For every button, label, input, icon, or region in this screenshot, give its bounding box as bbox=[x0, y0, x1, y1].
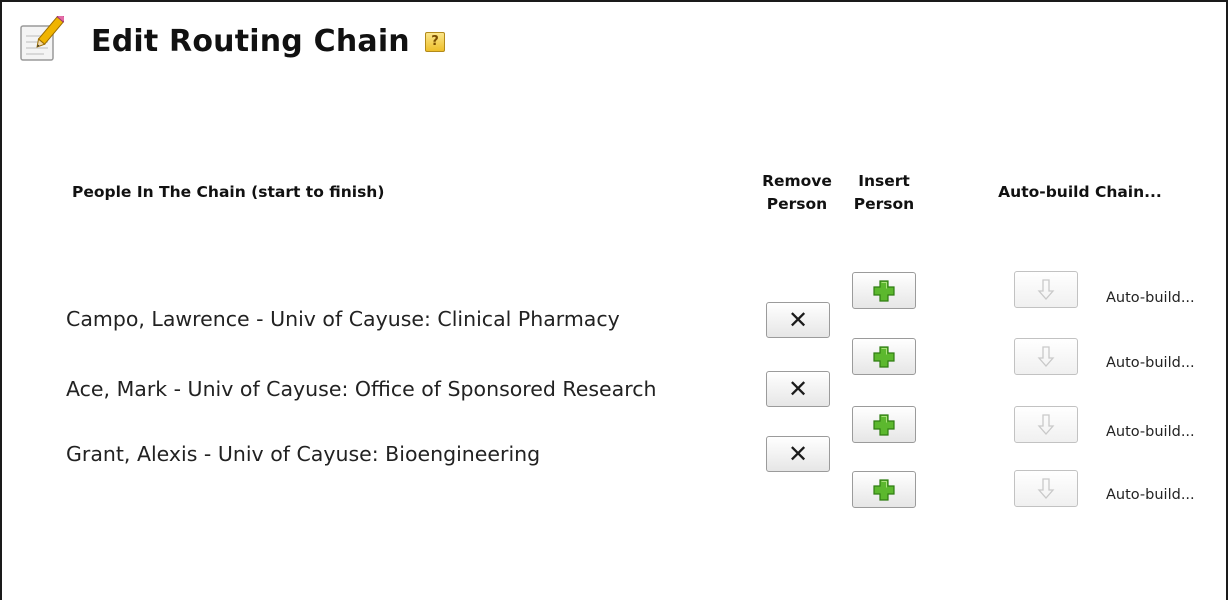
x-icon: ✕ bbox=[787, 306, 809, 334]
insert-person-button-4[interactable] bbox=[852, 471, 916, 508]
down-arrow-icon bbox=[1037, 413, 1055, 435]
insert-person-column-header: Insert Person bbox=[848, 170, 920, 216]
down-arrow-icon bbox=[1037, 345, 1055, 367]
auto-build-link-3[interactable]: Auto-build... bbox=[1106, 424, 1195, 440]
auto-build-button-1[interactable] bbox=[1014, 271, 1078, 308]
green-plus-icon bbox=[873, 478, 895, 501]
remove-person-button-1[interactable]: ✕ bbox=[766, 302, 830, 338]
auto-build-link-2[interactable]: Auto-build... bbox=[1106, 355, 1195, 371]
auto-build-button-3[interactable] bbox=[1014, 406, 1078, 443]
person-row-1: Campo, Lawrence - Univ of Cayuse: Clinic… bbox=[66, 307, 620, 331]
pencil-notepad-icon bbox=[20, 16, 64, 61]
x-icon: ✕ bbox=[787, 375, 809, 403]
remove-person-button-3[interactable]: ✕ bbox=[766, 436, 830, 472]
person-row-3: Grant, Alexis - Univ of Cayuse: Bioengin… bbox=[66, 442, 541, 466]
remove-person-button-2[interactable]: ✕ bbox=[766, 371, 830, 407]
x-icon: ✕ bbox=[787, 440, 809, 468]
down-arrow-icon bbox=[1037, 477, 1055, 499]
auto-build-button-4[interactable] bbox=[1014, 470, 1078, 507]
page-title: Edit Routing Chain bbox=[91, 24, 410, 59]
remove-header-line1: Remove bbox=[762, 172, 832, 190]
insert-person-button-1[interactable] bbox=[852, 272, 916, 309]
help-icon[interactable]: ? bbox=[425, 32, 445, 52]
auto-build-link-4[interactable]: Auto-build... bbox=[1106, 487, 1195, 503]
green-plus-icon bbox=[873, 413, 895, 436]
person-row-2: Ace, Mark - Univ of Cayuse: Office of Sp… bbox=[66, 377, 657, 401]
down-arrow-icon bbox=[1037, 278, 1055, 300]
auto-build-button-2[interactable] bbox=[1014, 338, 1078, 375]
auto-build-column-header: Auto-build Chain... bbox=[998, 183, 1162, 201]
insert-person-button-2[interactable] bbox=[852, 338, 916, 375]
insert-header-line1: Insert bbox=[858, 172, 910, 190]
insert-header-line2: Person bbox=[853, 195, 915, 213]
people-column-header: People In The Chain (start to finish) bbox=[72, 183, 385, 201]
insert-person-button-3[interactable] bbox=[852, 406, 916, 443]
remove-person-column-header: Remove Person bbox=[754, 170, 840, 216]
green-plus-icon bbox=[873, 279, 895, 302]
auto-build-link-1[interactable]: Auto-build... bbox=[1106, 290, 1195, 306]
green-plus-icon bbox=[873, 345, 895, 368]
remove-header-line2: Person bbox=[766, 195, 828, 213]
